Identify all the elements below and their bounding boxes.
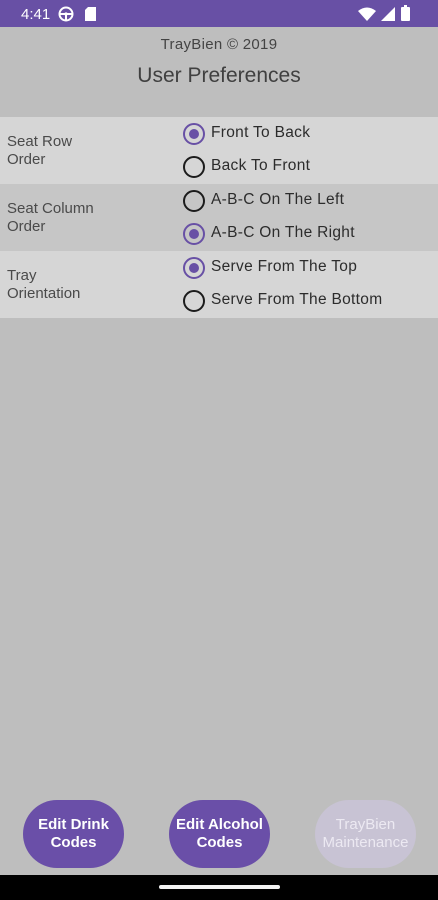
- wifi-icon: [358, 7, 376, 26]
- edit-alcohol-codes-button[interactable]: Edit Alcohol Codes: [169, 800, 270, 868]
- radio-back-to-front[interactable]: Back To Front: [181, 152, 431, 182]
- radio-unchecked-icon[interactable]: [183, 190, 205, 212]
- app-copyright: TrayBien © 2019: [160, 36, 278, 53]
- radio-label[interactable]: A-B-C On The Right: [211, 224, 355, 242]
- sim-card-icon: [84, 6, 97, 27]
- radio-unchecked-icon[interactable]: [183, 156, 205, 178]
- radio-checked-icon[interactable]: [183, 223, 205, 245]
- radio-unchecked-icon[interactable]: [183, 290, 205, 312]
- system-navigation-bar: [0, 875, 438, 900]
- radio-checked-icon[interactable]: [183, 123, 205, 145]
- radio-label[interactable]: A-B-C On The Left: [211, 191, 344, 209]
- radio-serve-from-top[interactable]: Serve From The Top: [181, 253, 431, 283]
- home-gesture-handle[interactable]: [159, 885, 280, 889]
- radio-checked-icon[interactable]: [183, 257, 205, 279]
- cellular-signal-icon: [381, 7, 395, 26]
- radio-serve-from-bottom[interactable]: Serve From The Bottom: [181, 286, 431, 316]
- status-time: 4:41: [21, 6, 51, 23]
- battery-icon: [401, 5, 410, 26]
- edit-drink-codes-button[interactable]: Edit Drink Codes: [23, 800, 124, 868]
- pref-row-tray-orientation: Tray Orientation Serve From The Top Serv…: [0, 251, 438, 318]
- steering-wheel-icon: [58, 6, 74, 27]
- pref-row-seat-column-order: Seat Column Order A-B-C On The Left A-B-…: [0, 184, 438, 251]
- pref-label-tray-orientation: Tray Orientation: [7, 267, 81, 302]
- radio-abc-on-left[interactable]: A-B-C On The Left: [181, 186, 431, 216]
- radio-label[interactable]: Serve From The Top: [211, 258, 357, 276]
- radio-label[interactable]: Back To Front: [211, 157, 310, 175]
- pref-label-seat-row-order: Seat Row Order: [7, 133, 73, 168]
- radio-label[interactable]: Front To Back: [211, 124, 310, 142]
- radio-label[interactable]: Serve From The Bottom: [211, 291, 382, 309]
- radio-abc-on-right[interactable]: A-B-C On The Right: [181, 219, 431, 249]
- pref-label-seat-column-order: Seat Column Order: [7, 200, 94, 235]
- radio-front-to-back[interactable]: Front To Back: [181, 119, 431, 149]
- pref-row-seat-row-order: Seat Row Order Front To Back Back To Fro…: [0, 117, 438, 184]
- status-bar: 4:41: [0, 0, 438, 27]
- page-title: User Preferences: [137, 64, 301, 87]
- traybien-maintenance-button: TrayBien Maintenance: [315, 800, 416, 868]
